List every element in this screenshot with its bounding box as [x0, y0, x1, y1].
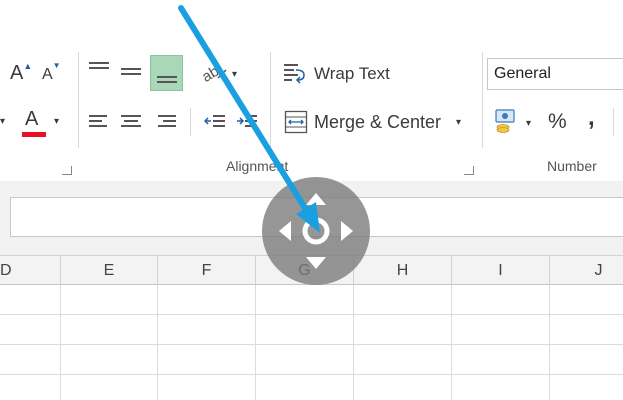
column-gridline: [451, 285, 452, 400]
group-separator: [613, 108, 614, 136]
ribbon: A▲ A▼ ▾ A ▾ ab ▾ Wrap Text Merge & Cente…: [0, 0, 623, 182]
dropdown-caret-icon[interactable]: ▾: [0, 116, 5, 127]
accounting-format-icon[interactable]: [494, 108, 518, 134]
alignment-group-label: Alignment: [226, 158, 289, 174]
bottom-align-icon: [157, 76, 177, 83]
font-color-button[interactable]: A: [25, 108, 38, 131]
grow-font-label: A: [10, 62, 24, 84]
move-arrows-icon: [279, 193, 353, 269]
group-separator: [482, 52, 483, 148]
align-left-icon[interactable]: [88, 112, 110, 132]
accounting-dropdown-icon[interactable]: ▾: [526, 118, 531, 129]
middle-align-icon[interactable]: [120, 62, 142, 82]
column-gridline: [255, 285, 256, 400]
column-header-j[interactable]: J: [550, 256, 623, 286]
number-group-label: Number: [547, 158, 597, 174]
wrap-text-label: Wrap Text: [314, 64, 390, 83]
merge-center-dropdown-icon[interactable]: ▾: [456, 117, 461, 128]
shrink-font-button[interactable]: A▼: [42, 61, 61, 84]
worksheet-grid[interactable]: [0, 285, 623, 400]
align-right-icon[interactable]: [156, 112, 178, 132]
percent-style-button[interactable]: %: [548, 110, 567, 134]
top-align-icon[interactable]: [88, 60, 110, 80]
column-gridline: [353, 285, 354, 400]
group-separator: [190, 108, 191, 136]
decrease-indent-icon[interactable]: [204, 112, 226, 132]
row-gridline: [0, 314, 623, 315]
font-color-bar: [22, 132, 46, 137]
touch-move-handle[interactable]: [262, 177, 370, 285]
merge-center-icon: [284, 110, 308, 134]
column-header-d[interactable]: D: [0, 256, 61, 286]
align-center-icon[interactable]: [120, 112, 142, 132]
svg-text:ab: ab: [200, 63, 222, 84]
row-gridline: [0, 374, 623, 375]
shrink-font-label: A: [42, 66, 53, 83]
column-header-e[interactable]: E: [61, 256, 158, 286]
column-gridline: [157, 285, 158, 400]
column-gridline: [60, 285, 61, 400]
group-separator: [270, 52, 271, 148]
number-format-select[interactable]: General: [487, 58, 623, 90]
alignment-dialog-launcher-icon[interactable]: [464, 166, 474, 175]
row-gridline: [0, 344, 623, 345]
orientation-dropdown-icon[interactable]: ▾: [232, 69, 237, 80]
column-header-f[interactable]: F: [158, 256, 256, 286]
group-separator: [78, 52, 79, 148]
wrap-text-icon: [284, 64, 305, 84]
increase-indent-icon[interactable]: [236, 112, 258, 132]
column-gridline: [549, 285, 550, 400]
grow-font-button[interactable]: A▲: [10, 61, 32, 85]
comma-style-button[interactable]: ,: [588, 104, 595, 132]
bottom-align-button[interactable]: [150, 55, 183, 91]
font-color-label: A: [25, 108, 39, 130]
orientation-icon[interactable]: ab: [200, 62, 230, 84]
number-format-value: General: [494, 65, 551, 82]
font-color-dropdown-icon[interactable]: ▾: [54, 116, 59, 127]
column-header-i[interactable]: I: [452, 256, 550, 286]
merge-center-label: Merge & Center: [314, 112, 442, 132]
font-dialog-launcher-icon[interactable]: [62, 166, 72, 175]
